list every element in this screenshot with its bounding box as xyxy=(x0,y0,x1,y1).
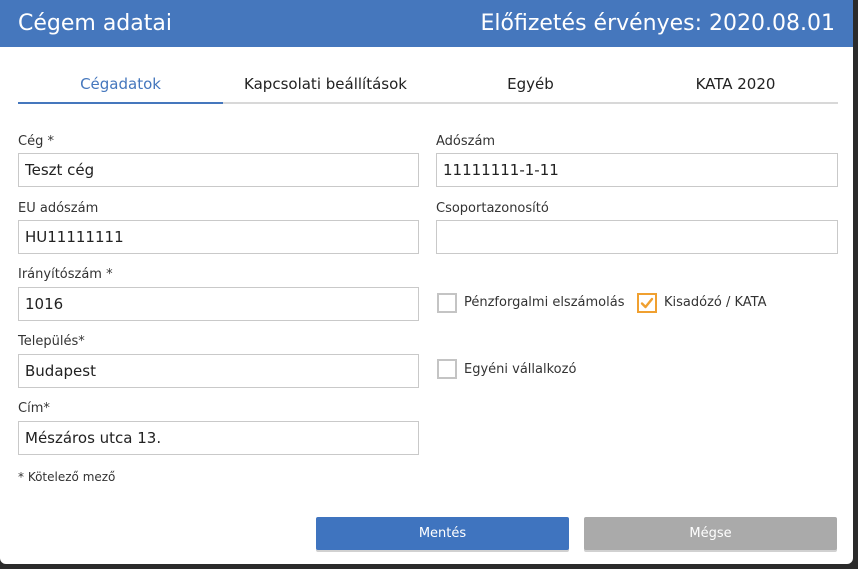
tab-other[interactable]: Egyéb xyxy=(428,66,633,102)
save-button[interactable]: Mentés xyxy=(316,517,569,550)
tax-number-field[interactable] xyxy=(436,153,838,187)
sole-trader-label[interactable]: Egyéni vállalkozó xyxy=(464,362,576,378)
eu-tax-number-field[interactable] xyxy=(18,220,419,254)
kata-checkbox[interactable] xyxy=(637,293,657,313)
subscription-status: Előfizetés érvényes: 2020.08.01 xyxy=(480,11,836,36)
kata-label[interactable]: Kisadózó / KATA xyxy=(664,295,767,311)
postal-code-field[interactable] xyxy=(18,287,419,321)
address-label: Cím* xyxy=(18,401,50,416)
checkmark-icon xyxy=(640,297,654,309)
dialog-header: Cégem adatai Előfizetés érvényes: 2020.0… xyxy=(0,0,853,47)
eu-tax-number-label: EU adószám xyxy=(18,201,99,216)
city-label: Település* xyxy=(18,334,85,349)
company-data-dialog: Cégem adatai Előfizetés érvényes: 2020.0… xyxy=(0,0,853,564)
tab-company-data[interactable]: Cégadatok xyxy=(18,66,223,104)
city-field[interactable] xyxy=(18,354,419,388)
tab-bar: Cégadatok Kapcsolati beállítások Egyéb K… xyxy=(18,66,838,104)
group-id-field[interactable] xyxy=(436,220,838,254)
sole-trader-checkbox[interactable] xyxy=(437,359,457,379)
required-field-note: * Kötelező mező xyxy=(18,470,116,484)
postal-code-label: Irányítószám * xyxy=(18,267,113,282)
cash-accounting-checkbox[interactable] xyxy=(437,293,457,313)
tab-contact-settings[interactable]: Kapcsolati beállítások xyxy=(223,66,428,102)
cancel-button[interactable]: Mégse xyxy=(584,517,837,550)
cash-accounting-label[interactable]: Pénzforgalmi elszámolás xyxy=(464,295,624,311)
tab-kata-2020[interactable]: KATA 2020 xyxy=(633,66,838,102)
company-field[interactable] xyxy=(18,153,419,187)
address-field[interactable] xyxy=(18,421,419,455)
tax-number-label: Adószám xyxy=(436,134,496,149)
group-id-label: Csoportazonosító xyxy=(436,201,549,216)
company-label: Cég * xyxy=(18,134,54,149)
dialog-title: Cégem adatai xyxy=(18,11,172,36)
